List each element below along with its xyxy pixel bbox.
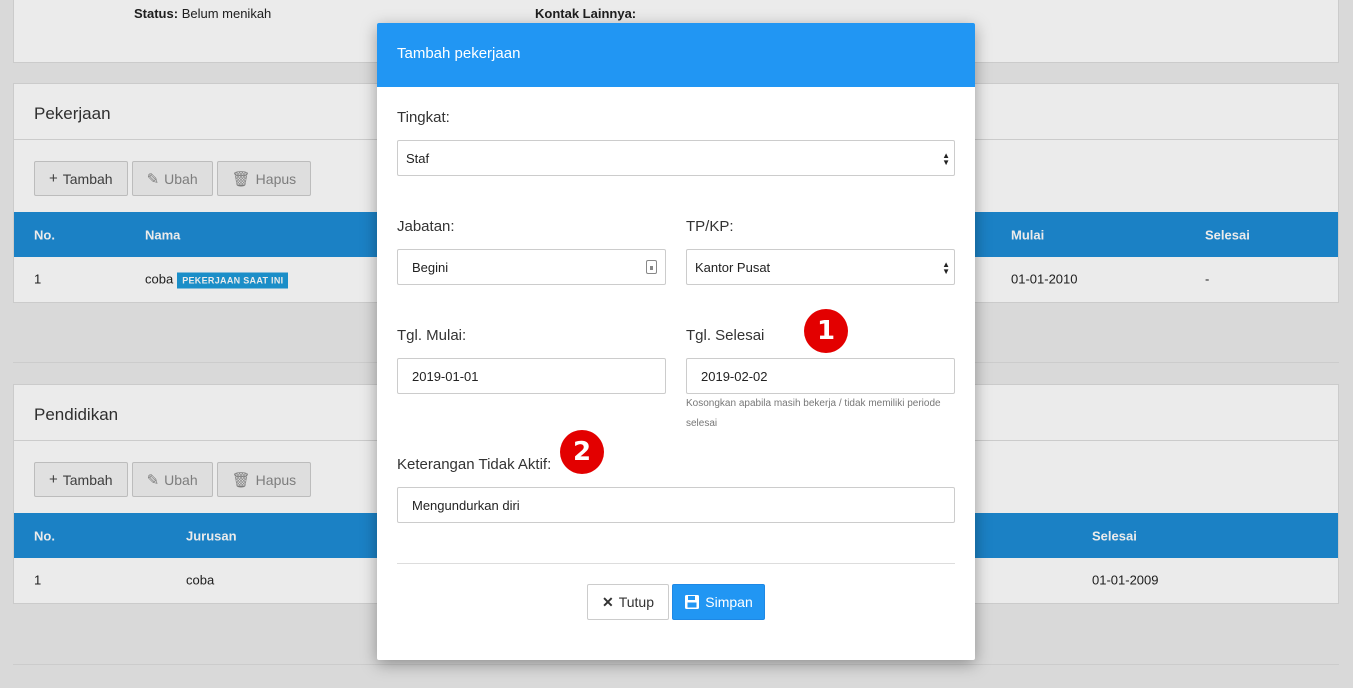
keterangan-value: Mengundurkan diri: [412, 497, 520, 513]
modal-footer-divider: [397, 563, 955, 564]
tgl-selesai-value: 2019-02-02: [701, 368, 768, 384]
tingkat-value: Staf: [406, 150, 430, 166]
tpkp-value: Kantor Pusat: [695, 259, 771, 275]
caret-updown-icon: ▲ ▼: [942, 151, 950, 167]
close-label: Tutup: [618, 594, 654, 610]
keterangan-label: Keterangan Tidak Aktif:: [397, 456, 552, 473]
tgl-mulai-value: 2019-01-01: [412, 368, 479, 384]
jabatan-value: Begini: [412, 259, 449, 275]
tgl-mulai-input[interactable]: 2019-01-01: [397, 358, 666, 394]
tpkp-label: TP/KP:: [686, 218, 734, 235]
add-job-modal: Tambah pekerjaan Tingkat: Staf ▲ ▼ Jabata…: [377, 23, 975, 660]
tgl-selesai-help: Kosongkan apabila masih bekerja / tidak …: [686, 398, 941, 429]
tgl-selesai-label: Tgl. Selesai: [686, 327, 765, 344]
close-button[interactable]: ✕ Tutup: [587, 584, 669, 620]
save-icon: [685, 595, 700, 609]
tgl-selesai-input[interactable]: 2019-02-02: [686, 358, 955, 394]
jabatan-input[interactable]: Begini: [397, 249, 666, 285]
close-icon: ✕: [601, 593, 614, 610]
keterangan-input[interactable]: Mengundurkan diri: [397, 487, 955, 523]
annotation-marker-1: 1: [804, 309, 848, 353]
modal-title: Tambah pekerjaan: [377, 23, 975, 87]
caret-updown-icon: ▲ ▼: [942, 260, 950, 276]
tingkat-select[interactable]: Staf ▲ ▼: [397, 140, 955, 176]
save-button[interactable]: Simpan: [672, 584, 765, 620]
keyboard-icon[interactable]: [646, 260, 657, 274]
tingkat-label: Tingkat:: [397, 109, 450, 126]
save-label: Simpan: [705, 594, 753, 610]
annotation-marker-2: 2: [560, 430, 604, 474]
jabatan-label: Jabatan:: [397, 218, 455, 235]
tpkp-select[interactable]: Kantor Pusat ▲ ▼: [686, 249, 955, 285]
tgl-mulai-label: Tgl. Mulai:: [397, 327, 467, 344]
